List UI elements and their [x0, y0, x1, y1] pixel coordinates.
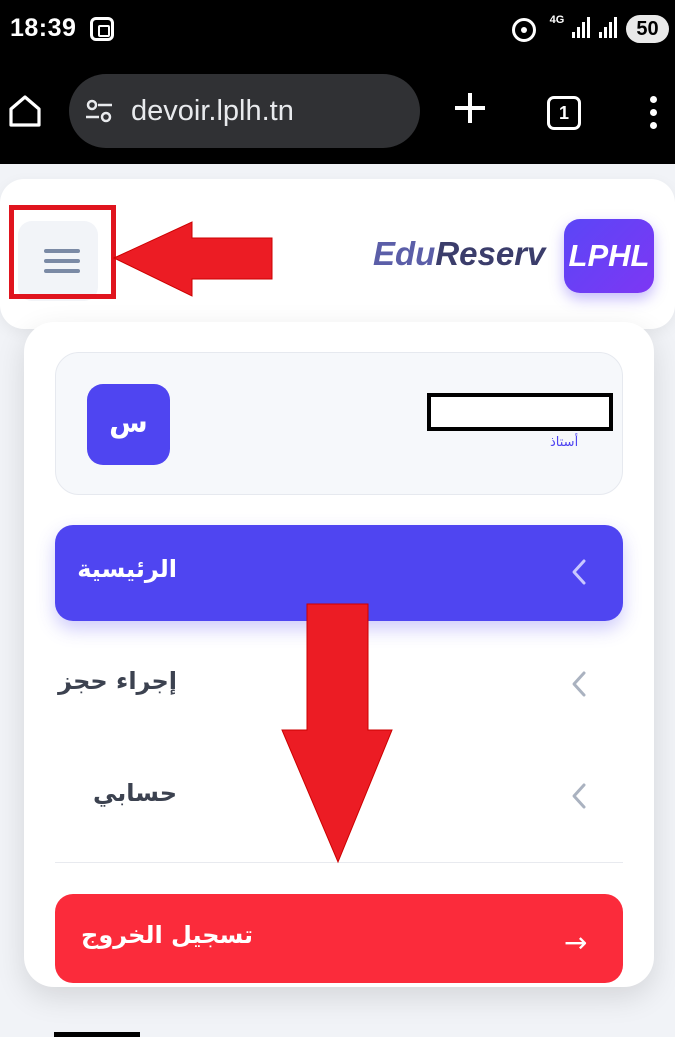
annotation-arrow-down [281, 603, 393, 864]
annotation-arrow-left [112, 221, 273, 297]
annotation-layer [112, 221, 393, 864]
